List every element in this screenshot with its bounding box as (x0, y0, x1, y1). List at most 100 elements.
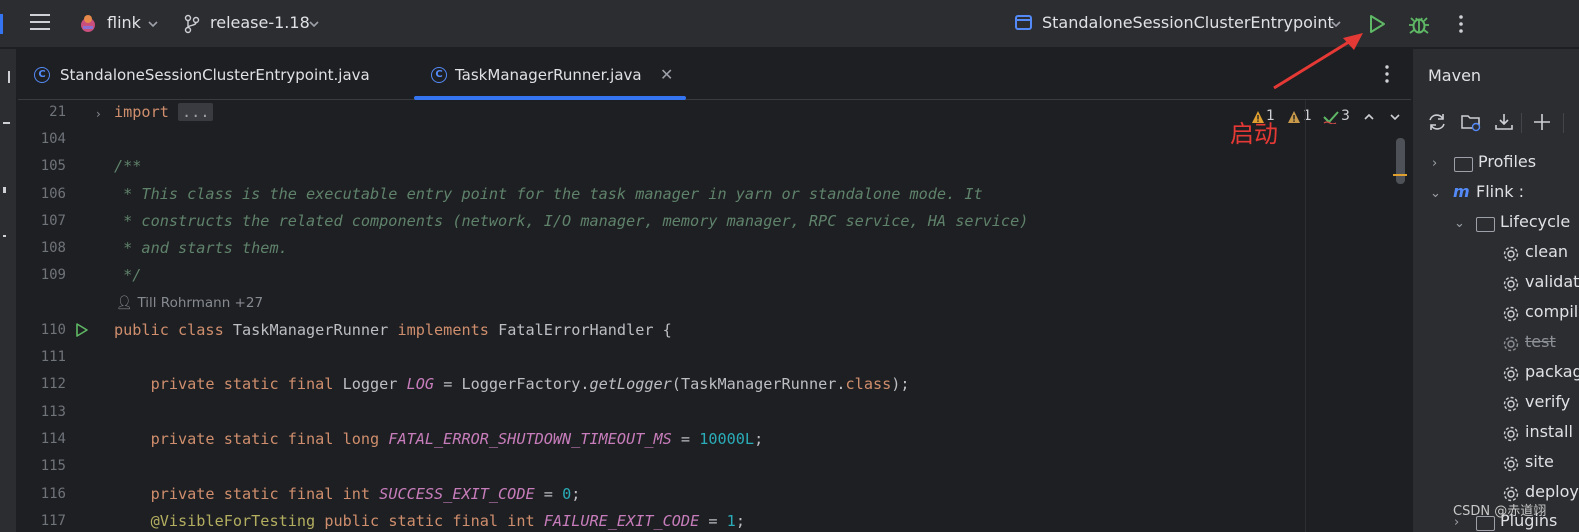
tool-window-icon[interactable] (3, 235, 6, 237)
tool-window-icon[interactable] (8, 71, 10, 83)
line-number: 108 (40, 240, 66, 256)
tree-item-label: Flink : (1476, 182, 1524, 201)
static-field: LOG (406, 375, 435, 393)
annotation: @VisibleForTesting (114, 512, 325, 530)
download-icon[interactable] (1493, 111, 1515, 133)
annotation-label: 启动 (1230, 120, 1278, 148)
scrollbar-warning-marker (1393, 174, 1407, 176)
tree-item-goal[interactable]: verify (1413, 392, 1579, 420)
code-editor[interactable]: 21 104 105 106 107 108 109 110 111 112 1… (18, 100, 1411, 532)
code-author-hint[interactable]: 👤︎ Till Rohrmann +27 (116, 295, 263, 311)
typo-check-icon[interactable] (1323, 110, 1339, 124)
tree-item-goal[interactable]: install (1413, 422, 1579, 450)
chevron-down-icon[interactable]: ⌄ (1430, 186, 1441, 201)
tree-item-goal[interactable]: package (1413, 362, 1579, 390)
code-text: ; (571, 485, 581, 503)
folder-icon (1454, 157, 1473, 172)
main-menu-icon[interactable] (30, 14, 50, 32)
scrollbar[interactable] (1396, 138, 1405, 184)
tree-item-label: Lifecycle (1500, 212, 1571, 231)
code-line: @VisibleForTesting public static final i… (114, 512, 745, 530)
code-comment: * This class is the executable entry poi… (114, 185, 983, 203)
editor-tab-bar: C StandaloneSessionClusterEntrypoint.jav… (18, 49, 1411, 100)
line-number: 107 (40, 213, 66, 229)
line-number: 105 (40, 158, 66, 174)
code-line: import ... (114, 103, 214, 121)
reload-icon[interactable] (1426, 111, 1448, 133)
tree-item-label: install (1525, 422, 1573, 441)
gear-icon (1503, 276, 1519, 292)
chevron-down-icon[interactable] (147, 18, 159, 30)
code-text: (TaskManagerRunner. (671, 375, 846, 393)
project-name[interactable]: flink (107, 13, 141, 32)
line-number: 104 (40, 131, 66, 147)
gear-icon (1503, 336, 1519, 352)
tab-task-manager-runner[interactable]: C TaskManagerRunner.java ✕ (414, 49, 686, 100)
chevron-right-icon[interactable]: › (1432, 156, 1437, 171)
line-number: 114 (40, 431, 66, 447)
debug-icon[interactable] (1407, 13, 1431, 35)
tool-window-icon[interactable] (3, 122, 10, 124)
toolbar-separator (1521, 113, 1522, 133)
gear-icon (1503, 306, 1519, 322)
close-icon[interactable]: ✕ (660, 65, 673, 84)
folder-sync-icon[interactable] (1460, 111, 1482, 133)
tree-item-goal[interactable]: validate (1413, 272, 1579, 300)
folded-imports[interactable]: ... (178, 103, 214, 121)
chevron-right-icon[interactable]: › (96, 107, 101, 121)
code-comment: * constructs the related components (net… (114, 212, 1029, 230)
tree-item-goal[interactable]: compile (1413, 302, 1579, 330)
line-number: 113 (40, 404, 66, 420)
code-text: ); (891, 375, 910, 393)
code-text: = (671, 430, 700, 448)
run-configuration-icon (1015, 15, 1032, 30)
line-number: 109 (40, 267, 66, 283)
chevron-down-icon[interactable] (1330, 18, 1342, 30)
tree-item-label: package (1525, 362, 1579, 381)
line-number: 110 (40, 322, 66, 338)
window-edge-indicator (0, 14, 3, 34)
keyword: implements (397, 321, 499, 339)
weak-warning-icon[interactable] (1287, 110, 1301, 124)
number-literal: 1 (726, 512, 736, 530)
code-text: ; (735, 512, 745, 530)
line-number: 116 (40, 486, 66, 502)
code-comment: */ (114, 266, 142, 284)
tree-item-goal-skipped[interactable]: test (1413, 332, 1579, 360)
gear-icon (1503, 246, 1519, 262)
tree-item-label: deploy (1525, 482, 1579, 501)
chevron-up-icon[interactable] (1363, 112, 1375, 122)
static-field: SUCCESS_EXIT_CODE (379, 485, 535, 503)
code-text: = (534, 485, 563, 503)
tab-standalone-session-cluster-entrypoint[interactable]: C StandaloneSessionClusterEntrypoint.jav… (18, 49, 410, 100)
code-text: ; (754, 430, 764, 448)
gear-icon (1503, 456, 1519, 472)
keyword: public class (114, 321, 233, 339)
chevron-down-icon[interactable] (308, 18, 320, 30)
code-line: private static final long FATAL_ERROR_SH… (114, 430, 764, 448)
tool-window-icon[interactable] (3, 187, 6, 193)
gear-icon (1503, 396, 1519, 412)
tree-item-goal[interactable]: clean (1413, 242, 1579, 270)
method-call: getLogger (589, 375, 672, 393)
chevron-down-icon[interactable]: ⌄ (1454, 216, 1465, 231)
keyword: import (114, 103, 169, 121)
code-line: public class TaskManagerRunner implement… (114, 321, 672, 339)
more-options-icon[interactable] (1379, 63, 1395, 85)
tree-item-label: site (1525, 452, 1554, 471)
chevron-down-icon[interactable] (1389, 112, 1401, 122)
toolbar-separator (1563, 113, 1564, 133)
code-comment: /** (114, 157, 142, 175)
add-icon[interactable] (1531, 111, 1553, 133)
tree-item-profiles[interactable]: › Profiles (1413, 152, 1579, 180)
tree-item-goal[interactable]: site (1413, 452, 1579, 480)
branch-name[interactable]: release-1.18 (210, 13, 310, 32)
tree-item-lifecycle[interactable]: ⌄ Lifecycle (1413, 212, 1579, 240)
line-number-gutter: 21 104 105 106 107 108 109 110 111 112 1… (18, 100, 110, 532)
line-number: 21 (49, 104, 66, 120)
line-number: 117 (40, 513, 66, 529)
more-options-icon[interactable] (1451, 13, 1471, 35)
code-text: = (699, 512, 727, 530)
run-gutter-icon[interactable] (74, 322, 90, 338)
tree-item-project[interactable]: ⌄ m Flink : (1413, 182, 1579, 210)
